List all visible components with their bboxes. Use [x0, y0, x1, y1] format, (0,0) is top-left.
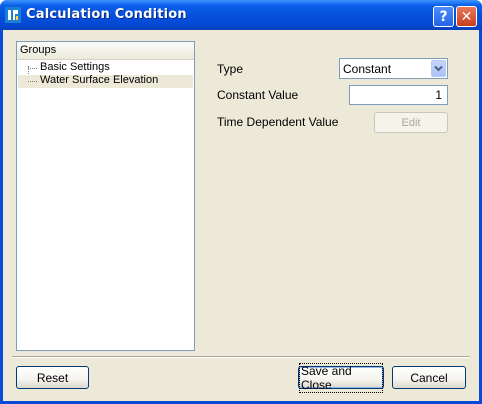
groups-tree[interactable]: Groups Basic Settings Water Surface Elev…: [16, 41, 195, 351]
edit-button[interactable]: Edit: [374, 112, 448, 133]
constant-value-input[interactable]: 1: [349, 85, 448, 105]
time-dependent-value-label: Time Dependent Value: [217, 115, 339, 129]
groups-header: Groups: [17, 42, 194, 60]
footer-separator: [12, 356, 470, 358]
save-and-close-label: Save and Close: [299, 362, 383, 393]
window-title: Calculation Condition: [26, 7, 187, 22]
help-button[interactable]: ?: [433, 6, 454, 27]
tree-item-label: Water Surface Elevation: [40, 74, 159, 86]
save-and-close-button[interactable]: Save and Close: [298, 362, 384, 393]
app-icon: [5, 7, 21, 23]
dialog-window: Calculation Condition ? ✕ Groups Basic S…: [0, 0, 482, 404]
tree-item-label: Basic Settings: [40, 61, 110, 73]
tree-branch-line: [28, 81, 37, 82]
tree-item-water-surface-elevation[interactable]: Water Surface Elevation: [18, 74, 193, 88]
type-select-value: Constant: [343, 62, 392, 76]
reset-button[interactable]: Reset: [16, 366, 89, 389]
tree-branch-line: [28, 68, 37, 69]
cancel-button[interactable]: Cancel: [392, 366, 466, 389]
constant-value-label: Constant Value: [217, 88, 299, 102]
chevron-down-icon[interactable]: [431, 60, 446, 77]
type-label: Type: [217, 62, 244, 76]
window-frame-left: [0, 30, 3, 404]
title-bar[interactable]: Calculation Condition ? ✕: [0, 0, 482, 30]
type-select[interactable]: Constant: [339, 58, 448, 79]
dialog-client-area: Groups Basic Settings Water Surface Elev…: [3, 30, 479, 401]
close-button[interactable]: ✕: [456, 6, 477, 27]
